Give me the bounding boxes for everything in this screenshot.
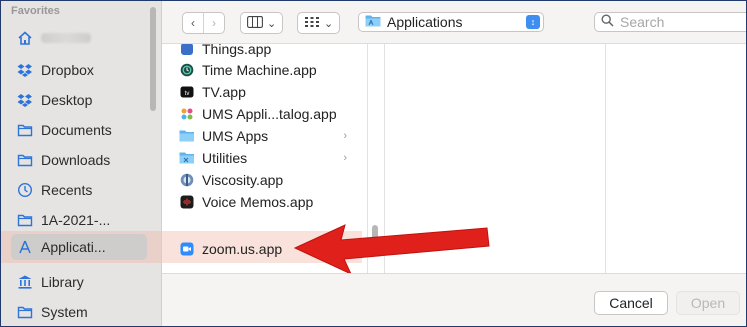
- sidebar-item-documents[interactable]: Documents: [17, 117, 147, 143]
- chevron-left-icon: ‹: [191, 16, 195, 30]
- file-name: Viscosity.app: [202, 171, 284, 188]
- library-icon: [17, 274, 33, 290]
- sidebar-item-label: Downloads: [41, 152, 111, 168]
- sidebar-scrollbar[interactable]: [150, 7, 156, 111]
- sidebar-item-system[interactable]: System: [17, 299, 147, 325]
- chevron-down-icon: ⌄: [267, 17, 277, 30]
- open-button[interactable]: Open: [676, 291, 740, 315]
- sidebar-item-dropbox[interactable]: Dropbox: [17, 57, 147, 83]
- app-icon: [179, 106, 194, 121]
- preview-column: [384, 44, 606, 273]
- search-input[interactable]: [620, 14, 740, 30]
- sidebar-item-desktop[interactable]: Desktop: [17, 87, 147, 113]
- sidebar-item-home[interactable]: [17, 25, 147, 51]
- sidebar-section-favorites: Favorites: [11, 5, 60, 17]
- sidebar-item-label-blurred: [41, 33, 91, 43]
- file-row-ums-apps[interactable]: UMS Apps ›: [179, 125, 349, 146]
- chevron-right-icon: ›: [343, 129, 347, 142]
- location-popup[interactable]: Applications ↕: [358, 12, 544, 32]
- column-scrollbar[interactable]: [372, 225, 378, 255]
- chevron-updown-icon: ↕: [526, 15, 540, 29]
- chevron-down-icon: ⌄: [324, 17, 334, 30]
- sidebar-item-label: 1A-2021-...: [41, 212, 111, 228]
- forward-button[interactable]: ›: [203, 13, 224, 33]
- group-by-button[interactable]: ⌄: [297, 12, 341, 34]
- file-name: TV.app: [202, 83, 246, 100]
- sidebar-item-label: Dropbox: [41, 62, 94, 78]
- sidebar-item-label: Applicati...: [41, 239, 106, 255]
- cancel-button[interactable]: Cancel: [594, 291, 668, 315]
- dialog-footer: Cancel Open: [162, 273, 746, 326]
- location-label: Applications: [387, 14, 463, 30]
- columns-icon: [247, 15, 263, 31]
- dropbox-icon: [17, 62, 33, 78]
- sidebar-item-downloads[interactable]: Downloads: [17, 147, 147, 173]
- file-name: Voice Memos.app: [202, 193, 314, 210]
- tv-icon: tv: [179, 84, 194, 99]
- folder-icon: [365, 14, 381, 30]
- folder-icon: [179, 150, 194, 165]
- history-navigation: ‹ ›: [182, 12, 225, 34]
- app-icon: [179, 44, 194, 56]
- svg-text:tv: tv: [184, 91, 189, 97]
- sidebar-item-label: Documents: [41, 122, 112, 138]
- sidebar-item-1a-2021[interactable]: 1A-2021-...: [17, 207, 147, 233]
- file-name: UMS Appli...talog.app: [202, 105, 337, 122]
- sidebar-item-label: System: [41, 304, 88, 320]
- sidebar-item-label: Desktop: [41, 92, 93, 108]
- file-row-time-machine[interactable]: Time Machine.app: [179, 59, 349, 80]
- applications-icon: [17, 239, 33, 255]
- back-button[interactable]: ‹: [183, 13, 203, 33]
- viscosity-icon: [179, 172, 194, 187]
- folder-icon: [17, 304, 33, 320]
- file-row-zoom[interactable]: zoom.us.app: [179, 238, 349, 259]
- folder-icon: [17, 212, 33, 228]
- file-row-things[interactable]: Things.app: [179, 44, 349, 59]
- dropbox-icon: [17, 92, 33, 108]
- sidebar-item-applications[interactable]: Applicati...: [11, 234, 147, 260]
- file-name: Time Machine.app: [202, 61, 317, 78]
- file-name: Things.app: [202, 44, 272, 57]
- sidebar-item-label: Library: [41, 274, 84, 290]
- search-field[interactable]: [594, 12, 746, 32]
- file-row-viscosity[interactable]: Viscosity.app: [179, 169, 349, 190]
- home-icon: [17, 30, 33, 46]
- chevron-right-icon: ›: [343, 151, 347, 164]
- sidebar-item-library[interactable]: Library: [17, 269, 147, 295]
- file-name: Utilities: [202, 149, 248, 166]
- folder-icon: [17, 122, 33, 138]
- file-name: zoom.us.app: [202, 240, 283, 257]
- search-icon: [601, 14, 614, 30]
- view-columns-button[interactable]: ⌄: [240, 12, 284, 34]
- file-row-voice-memos[interactable]: Voice Memos.app: [179, 191, 349, 212]
- toolbar: ‹ › ⌄ ⌄ Applications ↕: [162, 1, 746, 44]
- file-row-utilities[interactable]: Utilities ›: [179, 147, 349, 168]
- voice-memos-icon: [179, 194, 194, 209]
- time-machine-icon: [179, 62, 194, 77]
- sidebar: Favorites Dropbox Desktop Documents Down…: [1, 1, 162, 326]
- clock-icon: [17, 182, 33, 198]
- file-row-tv[interactable]: tv TV.app: [179, 81, 349, 102]
- file-open-dialog: Favorites Dropbox Desktop Documents Down…: [0, 0, 747, 327]
- folder-icon: [179, 128, 194, 143]
- sidebar-item-label: Recents: [41, 182, 93, 198]
- chevron-right-icon: ›: [212, 16, 216, 30]
- file-row-ums-catalog[interactable]: UMS Appli...talog.app: [179, 103, 349, 124]
- folder-icon: [17, 152, 33, 168]
- grid-icon: [304, 16, 320, 31]
- sidebar-item-recents[interactable]: Recents: [17, 177, 147, 203]
- file-name: UMS Apps: [202, 127, 269, 144]
- zoom-icon: [179, 241, 194, 256]
